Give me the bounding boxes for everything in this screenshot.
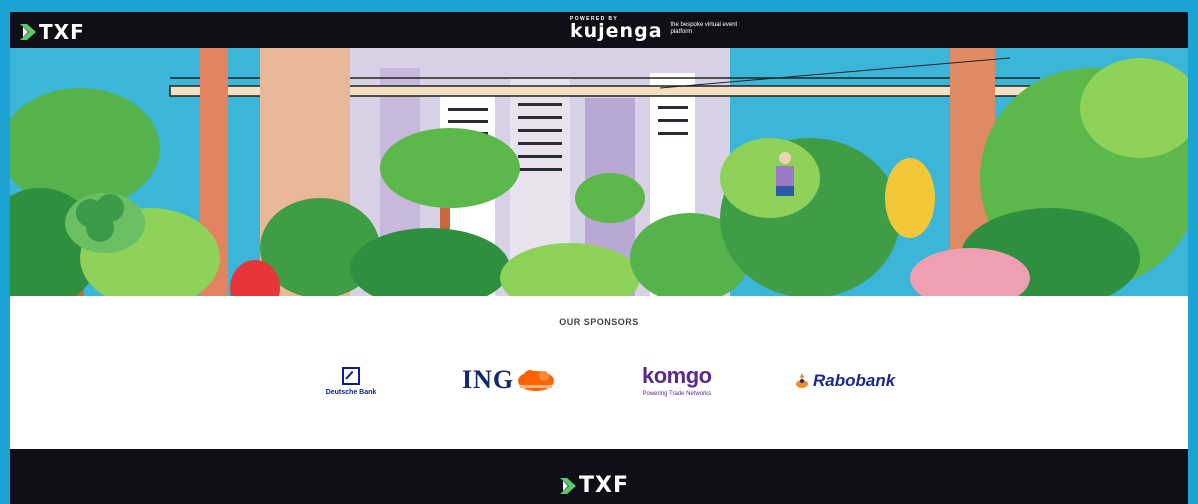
kujenga-branding[interactable]: POWERED BY kujenga the bespoke virtual e… xyxy=(570,17,741,41)
sponsors-row: Deutsche Bank ING komgo Powering Trade N… xyxy=(10,357,1188,417)
txf-mark-icon xyxy=(560,477,576,494)
sponsor-name: Deutsche Bank xyxy=(325,389,377,396)
sponsor-deutsche-bank[interactable]: Deutsche Bank xyxy=(316,367,386,396)
rabobank-logo-icon xyxy=(796,373,808,388)
top-header: TXF POWERED BY kujenga the bespoke virtu… xyxy=(10,12,1188,48)
kujenga-tagline: the bespoke virtual event platform xyxy=(670,21,738,36)
jungle-illustration-icon xyxy=(10,48,1188,296)
page-frame: TXF POWERED BY kujenga the bespoke virtu… xyxy=(10,12,1188,504)
sponsors-heading: OUR SPONSORS xyxy=(559,317,639,327)
sponsor-ing[interactable]: ING xyxy=(462,365,556,395)
ing-lion-logo-icon xyxy=(518,370,555,391)
footer-txf-logo[interactable]: TXF xyxy=(560,473,629,498)
sponsor-rabobank[interactable]: Rabobank xyxy=(796,371,895,391)
sponsor-name: ING xyxy=(462,365,515,394)
footer-logo-text: TXF xyxy=(579,473,629,498)
txf-logo-text: TXF xyxy=(39,20,85,44)
komgo-tagline: Powering Trade Networks xyxy=(642,391,712,397)
deutsche-bank-logo-icon xyxy=(342,367,360,385)
sponsor-name: Rabobank xyxy=(813,371,896,390)
txf-mark-icon xyxy=(20,24,36,40)
sponsor-komgo[interactable]: komgo Powering Trade Networks xyxy=(642,363,712,398)
sponsor-name: komgo xyxy=(642,363,712,388)
footer: TXF xyxy=(10,449,1188,504)
txf-logo[interactable]: TXF xyxy=(20,20,85,44)
kujenga-logo-text: kujenga xyxy=(570,20,663,42)
hero-banner xyxy=(10,48,1188,296)
